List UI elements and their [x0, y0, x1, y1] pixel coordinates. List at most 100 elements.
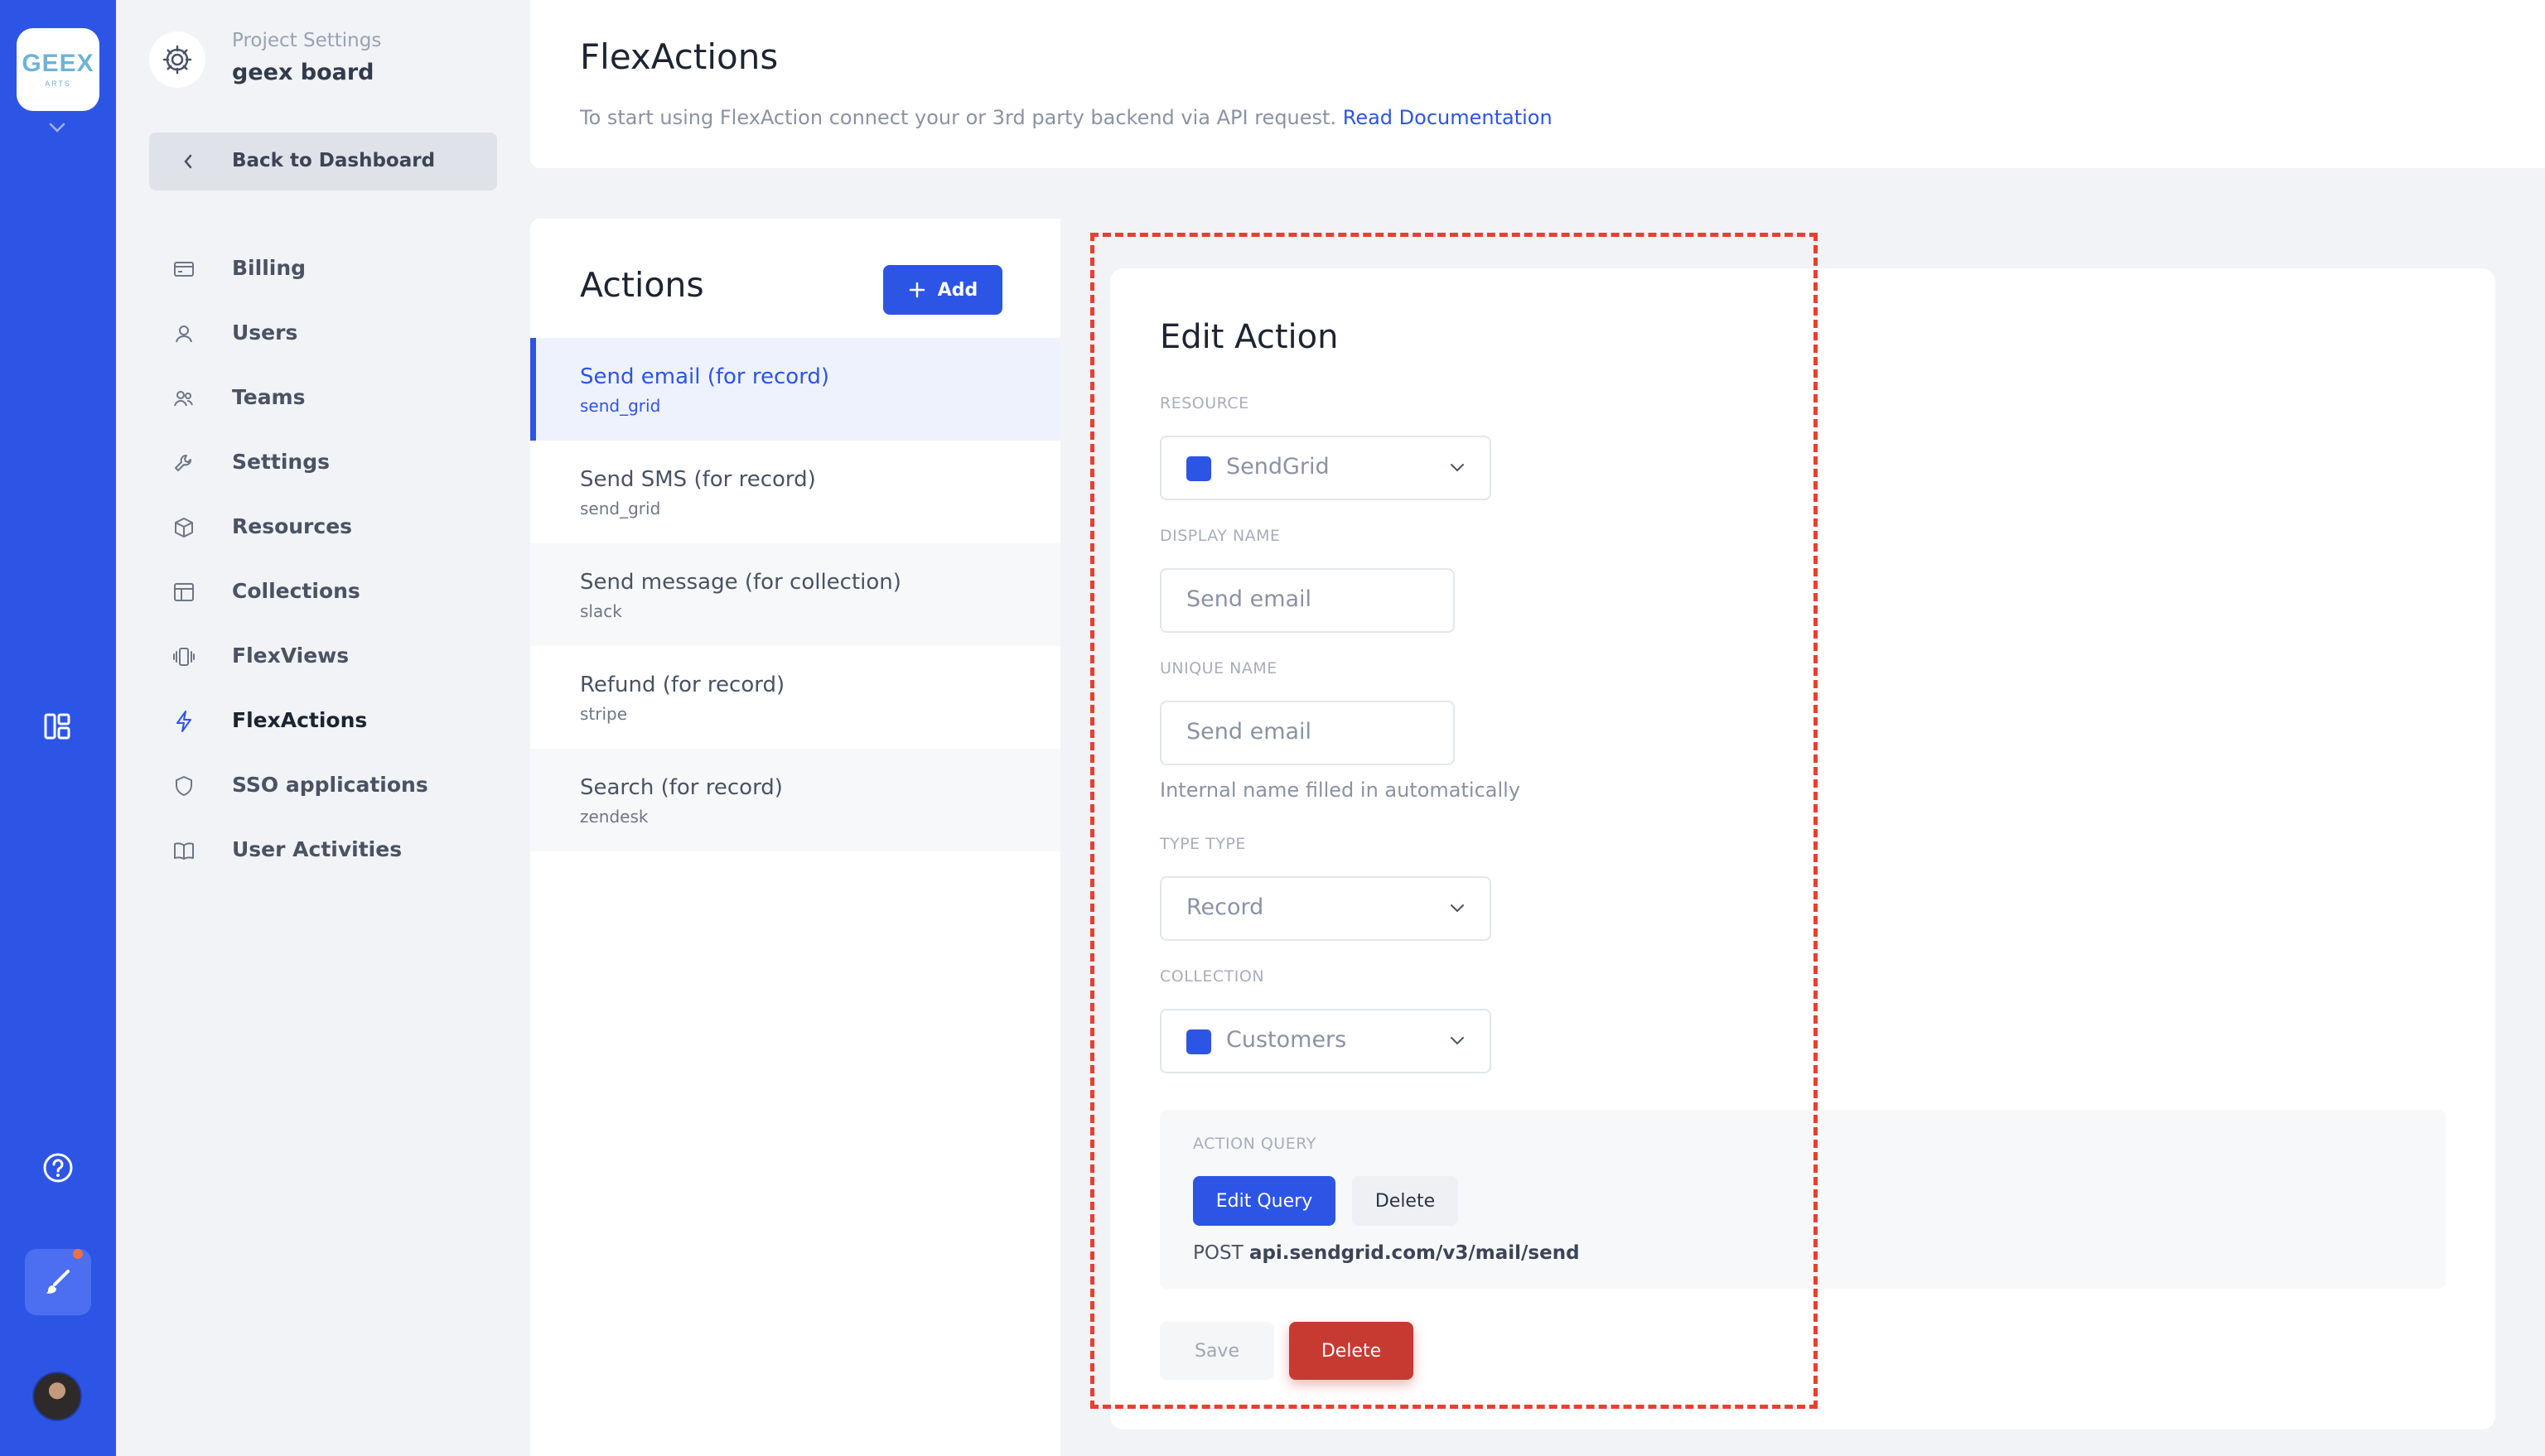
- sidebar-item-settings[interactable]: Settings: [116, 430, 530, 494]
- notification-dot: [73, 1249, 83, 1259]
- action-query-label: ACTION QUERY: [1193, 1135, 1316, 1153]
- sidebar-item-flexviews[interactable]: FlexViews: [116, 624, 530, 688]
- lightning-icon: [176, 711, 191, 732]
- resource-select[interactable]: SendGrid: [1160, 436, 1491, 500]
- page-header: FlexActions To start using FlexAction co…: [530, 0, 2545, 168]
- action-item-search[interactable]: Search (for record) zendesk: [530, 749, 1060, 851]
- http-method: POST: [1193, 1242, 1244, 1264]
- users-icon: [174, 391, 193, 407]
- views-icon: [173, 648, 195, 666]
- sidebar-item-label: SSO applications: [232, 773, 428, 797]
- chevron-down-icon: [1451, 464, 1464, 472]
- plus-icon: [909, 282, 925, 298]
- edit-action-title: Edit Action: [1160, 318, 1339, 356]
- delete-query-button[interactable]: Delete: [1352, 1176, 1458, 1226]
- action-name: Send SMS (for record): [580, 467, 816, 492]
- back-to-dashboard-button[interactable]: Back to Dashboard: [149, 133, 497, 190]
- icon-rail: GEEX ARTS: [0, 0, 116, 1456]
- sidebar-item-user-activities[interactable]: User Activities: [116, 817, 530, 882]
- page-description: To start using FlexAction connect your o…: [580, 106, 1553, 129]
- tool-icon: [175, 455, 191, 471]
- sidebar-item-users[interactable]: Users: [116, 301, 530, 365]
- unique-name-hint: Internal name filled in automatically: [1160, 779, 1521, 802]
- shield-icon: [176, 776, 192, 796]
- sendgrid-icon: [1186, 456, 1211, 481]
- chevron-down-icon: [1451, 1037, 1464, 1045]
- user-icon: [176, 325, 192, 343]
- page-description-text: To start using FlexAction connect your o…: [580, 106, 1337, 129]
- page-title: FlexActions: [580, 36, 779, 77]
- type-select[interactable]: Record: [1160, 876, 1491, 941]
- sidebar-item-resources[interactable]: Resources: [116, 494, 530, 559]
- help-icon[interactable]: [41, 1151, 75, 1188]
- endpoint-url: api.sendgrid.com/v3/mail/send: [1248, 1242, 1580, 1264]
- action-item-send-email[interactable]: Send email (for record) send_grid: [530, 338, 1060, 441]
- display-name-value: Send email: [1186, 586, 1312, 612]
- book-icon: [174, 842, 194, 860]
- user-avatar[interactable]: [32, 1372, 82, 1421]
- sidebar-item-collections[interactable]: Collections: [116, 559, 530, 624]
- sidebar-item-label: Resources: [232, 514, 353, 538]
- sidebar-item-label: User Activities: [232, 837, 403, 861]
- collection-icon: [1186, 1029, 1211, 1054]
- type-label: TYPE TYPE: [1160, 835, 1246, 853]
- sidebar-item-label: Collections: [232, 579, 360, 603]
- action-item-send-message[interactable]: Send message (for collection) slack: [530, 543, 1060, 646]
- actions-title: Actions: [580, 265, 704, 305]
- workspace-chevron-icon[interactable]: [48, 121, 66, 137]
- app-logo[interactable]: GEEX ARTS: [17, 28, 99, 111]
- action-query-section: ACTION QUERY Edit Query Delete POST api.…: [1160, 1110, 2446, 1289]
- sidebar-item-label: FlexActions: [232, 708, 368, 732]
- action-item-refund[interactable]: Refund (for record) stripe: [530, 646, 1060, 749]
- type-value: Record: [1186, 894, 1264, 920]
- sidebar-item-billing[interactable]: Billing: [116, 236, 530, 301]
- sidebar-item-teams[interactable]: Teams: [116, 365, 530, 430]
- back-to-dashboard-label: Back to Dashboard: [232, 150, 436, 171]
- collection-select[interactable]: Customers: [1160, 1009, 1491, 1073]
- customize-button[interactable]: [25, 1249, 91, 1315]
- sidebar-item-flexactions[interactable]: FlexActions: [116, 688, 530, 753]
- edit-query-button[interactable]: Edit Query: [1193, 1176, 1335, 1226]
- unique-name-input[interactable]: Send email: [1160, 701, 1455, 765]
- action-name: Send message (for collection): [580, 570, 901, 595]
- settings-sidebar: Project Settings geex board Back to Dash…: [116, 0, 530, 1456]
- chevron-down-icon: [1451, 904, 1464, 913]
- project-name: geex board: [232, 60, 374, 85]
- read-documentation-link[interactable]: Read Documentation: [1343, 106, 1553, 129]
- collection-value: Customers: [1226, 1027, 1347, 1053]
- cube-icon: [175, 518, 193, 538]
- delete-action-button[interactable]: Delete: [1289, 1322, 1413, 1380]
- save-button[interactable]: Save: [1160, 1322, 1274, 1380]
- resource-value: SendGrid: [1226, 454, 1330, 480]
- resource-label: RESOURCE: [1160, 394, 1249, 412]
- edit-action-card: Edit Action RESOURCE SendGrid DISPLAY NA…: [1110, 268, 2495, 1429]
- project-settings-label: Project Settings: [232, 30, 382, 51]
- display-name-input[interactable]: Send email: [1160, 568, 1455, 633]
- action-name: Send email (for record): [580, 364, 830, 389]
- action-name: Refund (for record): [580, 673, 785, 697]
- query-endpoint: POST api.sendgrid.com/v3/mail/send: [1193, 1242, 1580, 1264]
- display-name-label: DISPLAY NAME: [1160, 527, 1281, 545]
- credit-card-icon: [174, 262, 194, 277]
- table-icon: [174, 583, 194, 601]
- action-resource: zendesk: [580, 807, 649, 827]
- actions-list: Send email (for record) send_grid Send S…: [530, 338, 1060, 851]
- action-resource: stripe: [580, 704, 628, 724]
- action-item-send-sms[interactable]: Send SMS (for record) send_grid: [530, 441, 1060, 543]
- sidebar-item-label: Teams: [232, 385, 306, 409]
- gear-icon: [149, 31, 205, 88]
- action-resource: slack: [580, 601, 622, 621]
- sidebar-item-sso-applications[interactable]: SSO applications: [116, 753, 530, 817]
- add-action-button[interactable]: Add: [883, 265, 1002, 315]
- sidebar-item-label: Billing: [232, 256, 307, 280]
- dashboard-icon[interactable]: [43, 712, 71, 744]
- logo-subtext: ARTS: [45, 80, 71, 88]
- action-resource: send_grid: [580, 396, 661, 416]
- sidebar-item-label: Users: [232, 321, 298, 345]
- brush-icon: [46, 1270, 70, 1294]
- action-resource: send_grid: [580, 499, 661, 518]
- sidebar-item-label: Settings: [232, 450, 331, 474]
- settings-nav: Billing Users Teams Settings Resources C…: [116, 236, 530, 882]
- actions-panel: Actions Add Send email (for record) send…: [530, 219, 1060, 1456]
- action-name: Search (for record): [580, 775, 783, 800]
